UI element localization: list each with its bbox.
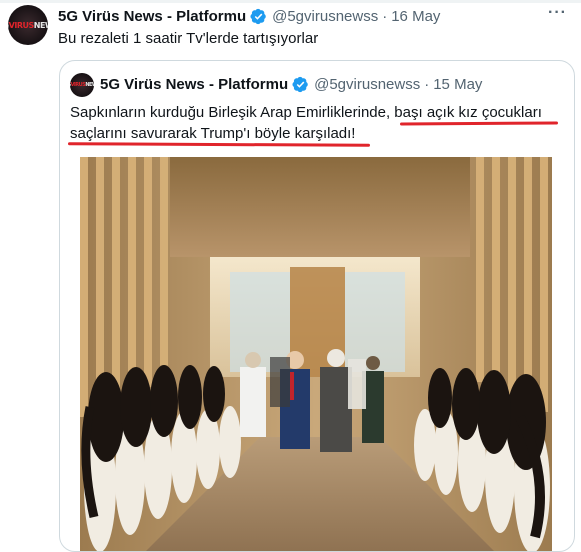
author-handle[interactable]: @5gvirusnewss <box>272 8 378 25</box>
quoted-author-name: 5G Virüs News - Platformu <box>100 76 289 93</box>
quoted-tweet-text-line2: saçlarını savurarak Trump'ı böyle karşıl… <box>70 125 356 142</box>
verified-badge-icon[interactable] <box>250 8 267 25</box>
video-player[interactable] <box>80 157 552 551</box>
tweet-date[interactable]: 16 May <box>391 8 440 25</box>
video-thumbnail <box>80 157 552 551</box>
quoted-tweet-text-line1: Sapkınların kurduğu Birleşik Arap Emirli… <box>70 104 542 121</box>
more-options-icon[interactable]: ··· <box>548 4 567 22</box>
annotation-underline-2 <box>67 142 371 147</box>
quoted-author-avatar: 5GVIRUSNEWS <box>70 73 94 97</box>
tweet-text: Bu rezaleti 1 saatir Tv'lerde tartışıyor… <box>58 30 319 47</box>
author-name[interactable]: 5G Virüs News - Platformu <box>58 8 246 25</box>
avatar-logo: 5GVIRUSNEWS <box>8 20 48 30</box>
avatar-logo: 5GVIRUSNEWS <box>70 82 94 88</box>
tweet-header: 5G Virüs News - Platformu @5gvirusnewss … <box>58 8 440 25</box>
separator-dot: · <box>382 8 388 25</box>
quoted-tweet-header: 5G Virüs News - Platformu @5gvirusnewss … <box>100 76 482 93</box>
verified-badge-icon <box>292 76 309 93</box>
separator-dot: · <box>424 76 430 93</box>
previous-tweet-divider <box>0 0 581 3</box>
author-avatar[interactable]: 5GVIRUSNEWS <box>8 5 48 45</box>
annotation-underline-1 <box>399 121 559 126</box>
quoted-tweet-date: 15 May <box>433 76 483 93</box>
quoted-author-handle: @5gvirusnewss <box>314 76 421 93</box>
quoted-tweet-card[interactable]: 5GVIRUSNEWS 5G Virüs News - Platformu @5… <box>59 60 575 552</box>
